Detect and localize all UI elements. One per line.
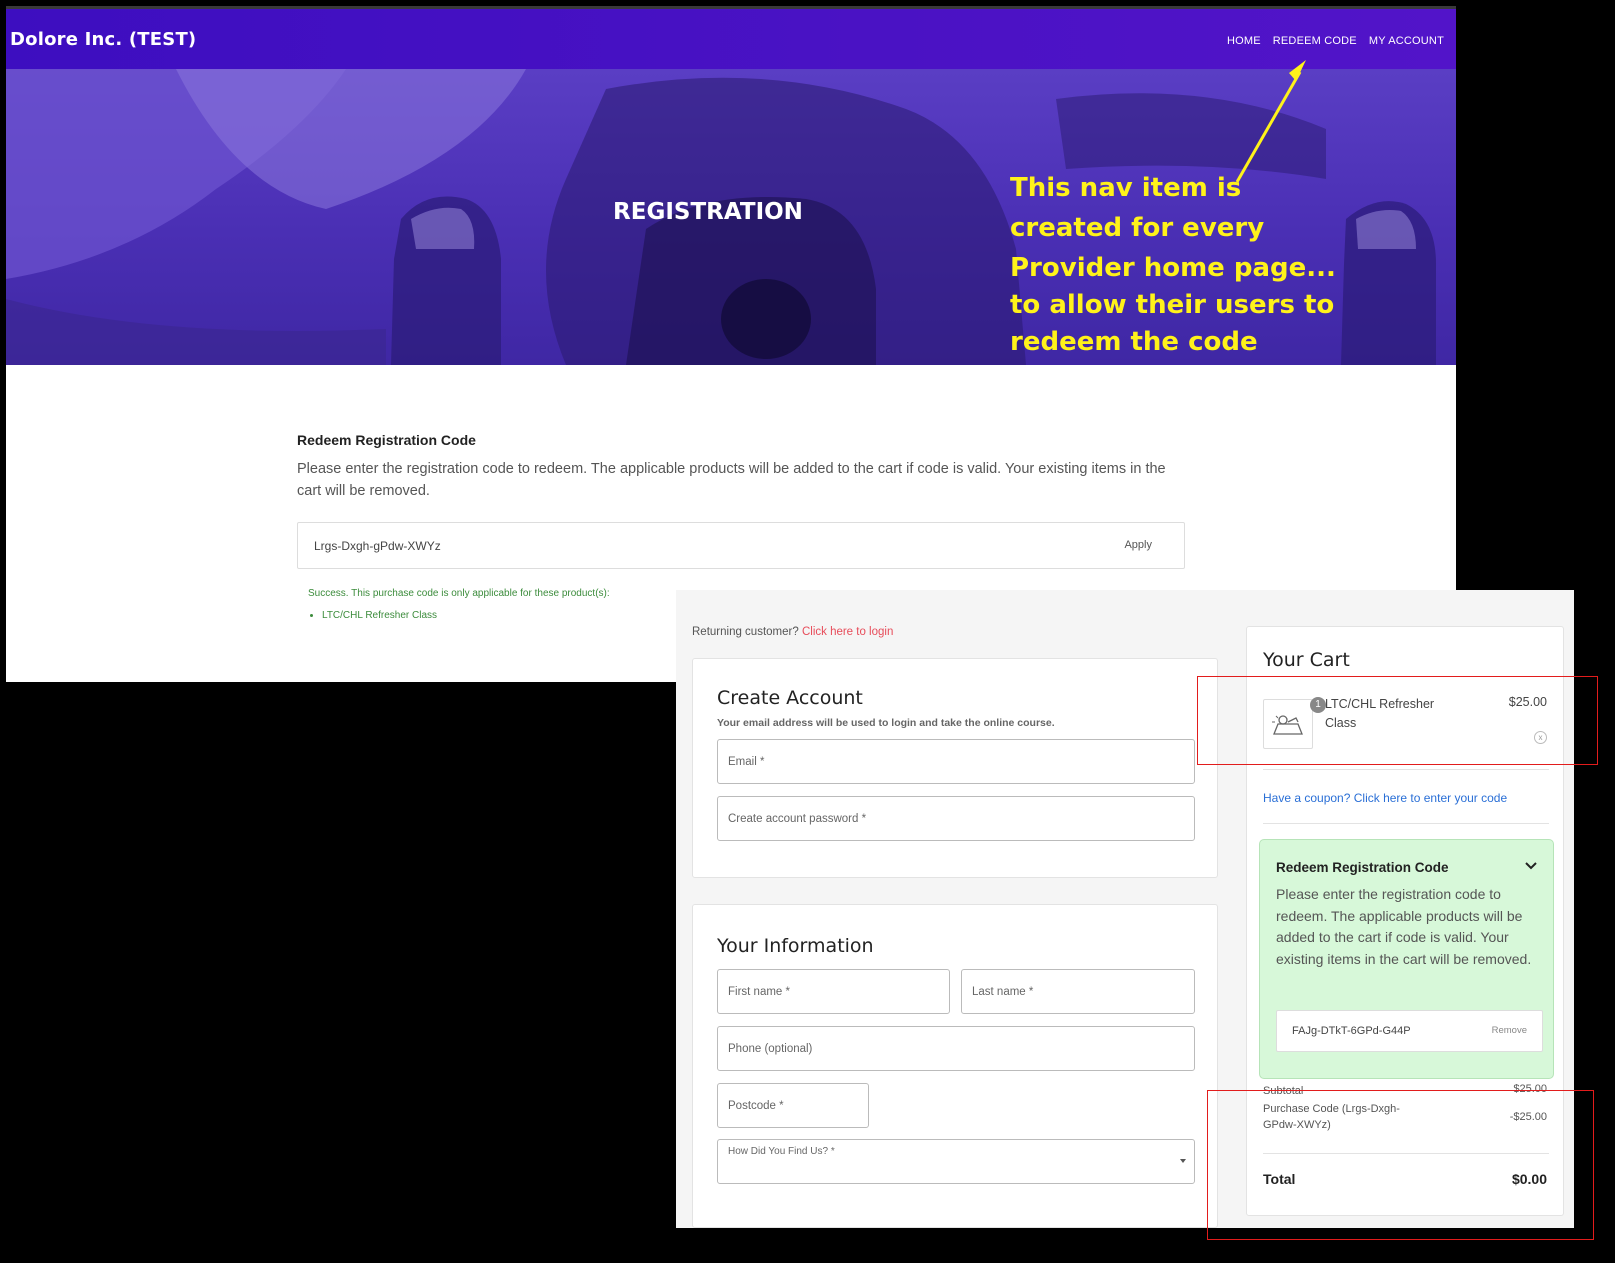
annotation-line: to allow their users to <box>1010 290 1335 320</box>
redeem-panel-description: Please enter the registration code to re… <box>1276 886 1532 967</box>
success-product-list: LTC/CHL Refresher Class <box>322 610 437 621</box>
create-account-title: Create Account <box>717 687 863 709</box>
create-account-subtitle: Your email address will be used to login… <box>717 717 1055 729</box>
nav-links: HOME REDEEM CODE MY ACCOUNT <box>1227 35 1444 47</box>
how-did-you-find-us-select[interactable]: How Did You Find Us? * <box>717 1139 1195 1184</box>
postcode-field[interactable]: Postcode * <box>717 1083 869 1128</box>
chevron-down-icon[interactable] <box>1523 858 1539 874</box>
create-account-card: Create Account Your email address will b… <box>692 658 1218 878</box>
last-name-field[interactable]: Last name * <box>961 969 1195 1014</box>
first-name-label: First name * <box>728 986 790 998</box>
nav-redeem-code[interactable]: REDEEM CODE <box>1273 35 1357 47</box>
redeem-panel-title: Redeem Registration Code <box>1276 860 1449 875</box>
remove-code-button[interactable]: Remove <box>1492 1025 1527 1036</box>
nav-my-account[interactable]: MY ACCOUNT <box>1369 35 1444 47</box>
redeem-code-input[interactable]: Lrgs-Dxgh-gPdw-XWYz Apply <box>297 522 1185 569</box>
your-information-title: Your Information <box>717 935 874 957</box>
redeem-panel-code-value: FAJg-DTkT-6GPd-G44P <box>1292 1025 1411 1037</box>
apply-button[interactable]: Apply <box>1124 539 1152 551</box>
password-field[interactable]: Create account password * <box>717 796 1195 841</box>
phone-field[interactable]: Phone (optional) <box>717 1026 1195 1071</box>
email-label: Email * <box>728 756 765 768</box>
coupon-link[interactable]: Have a coupon? Click here to enter your … <box>1263 791 1507 805</box>
your-information-card: Your Information First name * Last name … <box>692 904 1218 1228</box>
cart-title: Your Cart <box>1263 649 1350 671</box>
redeem-panel-code-input[interactable]: FAJg-DTkT-6GPd-G44P Remove <box>1276 1010 1543 1052</box>
divider <box>1263 769 1549 770</box>
returning-customer-text: Returning customer? Click here to login <box>692 626 893 638</box>
last-name-label: Last name * <box>972 986 1034 998</box>
login-link[interactable]: Click here to login <box>802 626 893 638</box>
navbar: Dolore Inc. (TEST) HOME REDEEM CODE MY A… <box>6 9 1456 69</box>
brand-logo[interactable]: Dolore Inc. (TEST) <box>10 29 196 50</box>
redeem-heading: Redeem Registration Code <box>297 432 476 448</box>
highlight-box-totals <box>1207 1090 1594 1240</box>
redeem-code-value: Lrgs-Dxgh-gPdw-XWYz <box>314 539 441 553</box>
success-message: Success. This purchase code is only appl… <box>308 588 610 599</box>
highlight-box-cart-item <box>1197 676 1598 765</box>
nav-home[interactable]: HOME <box>1227 35 1261 47</box>
redeem-description: Please enter the registration code to re… <box>297 461 1166 499</box>
postcode-label: Postcode * <box>728 1100 784 1112</box>
annotation-line: created for every <box>1010 213 1265 243</box>
redeem-code-panel: Redeem Registration Code Please enter th… <box>1259 839 1554 1079</box>
annotation-line: redeem the code <box>1010 327 1258 357</box>
annotation-line: This nav item is <box>1010 173 1242 203</box>
success-product-item: LTC/CHL Refresher Class <box>322 610 437 621</box>
dropdown-caret-icon <box>1180 1159 1186 1163</box>
returning-label: Returning customer? <box>692 626 799 638</box>
find-us-label: How Did You Find Us? * <box>728 1146 835 1157</box>
first-name-field[interactable]: First name * <box>717 969 950 1014</box>
divider <box>1263 823 1549 824</box>
annotation-text: This nav item is created for every Provi… <box>1010 168 1350 362</box>
redeem-section: Redeem Registration Code Please enter th… <box>297 432 1187 569</box>
email-field[interactable]: Email * <box>717 739 1195 784</box>
annotation-line: Provider home page... <box>1010 253 1336 283</box>
password-label: Create account password * <box>728 813 867 825</box>
phone-label: Phone (optional) <box>728 1043 813 1055</box>
